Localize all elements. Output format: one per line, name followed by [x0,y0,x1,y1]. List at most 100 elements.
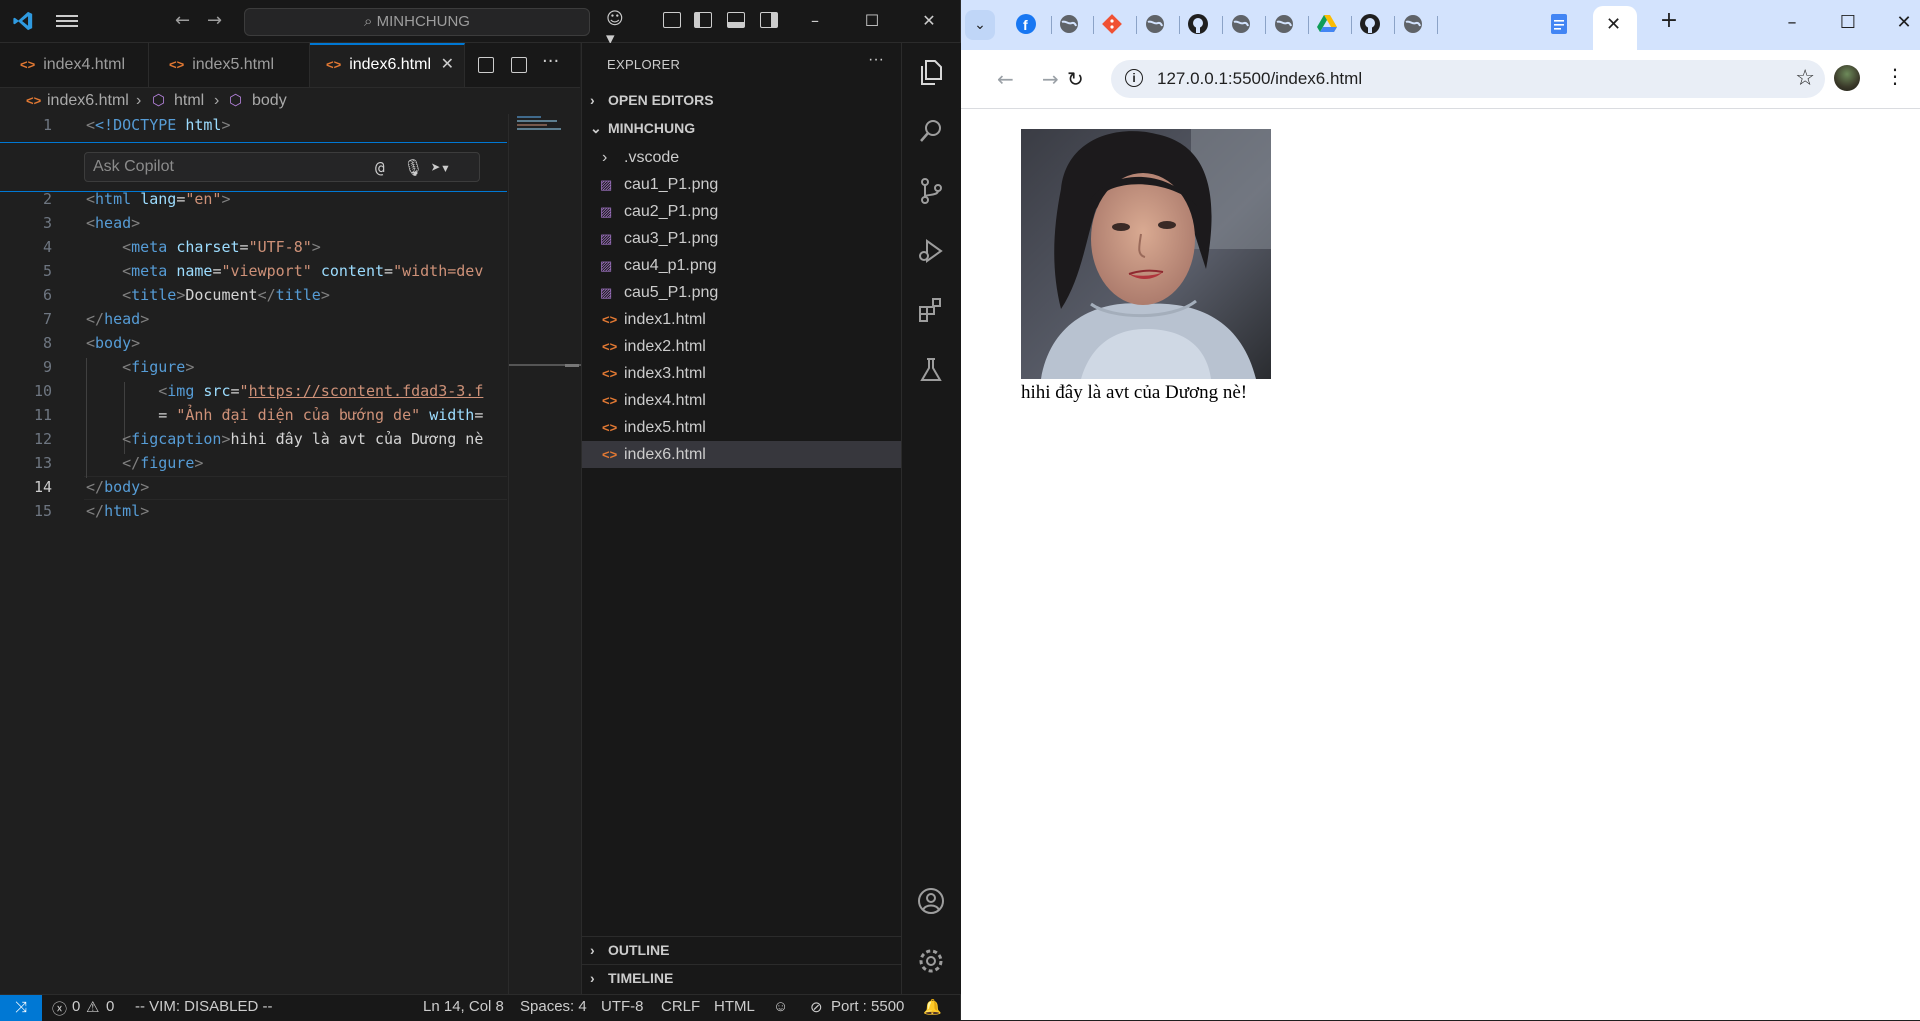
maximize-icon[interactable]: ☐ [1833,12,1863,33]
toggle-primary-sidebar-icon[interactable] [694,12,712,28]
maximize-icon[interactable]: ☐ [860,9,884,33]
close-tab-icon[interactable]: ✕ [441,45,454,85]
breadcrumb-node-html[interactable]: html [174,88,204,114]
minimize-icon[interactable]: – [1777,12,1807,33]
globe-icon[interactable] [1402,13,1424,35]
back-arrow-icon[interactable]: ← [175,10,190,31]
minimap[interactable] [508,114,581,994]
live-server-icon[interactable]: ⊘ [810,998,823,1016]
mention-icon[interactable]: @ [375,158,385,177]
explorer-files-icon[interactable] [916,57,946,87]
outline-section[interactable]: › OUTLINE [590,937,669,963]
html-file-icon: <> [602,420,618,435]
explorer-item-file[interactable]: <> index4.html [582,387,902,414]
folder-section[interactable]: ⌄ MINHCHUNG [590,115,695,141]
tab-index5[interactable]: <> index5.html [149,43,310,87]
forward-arrow-icon[interactable]: → [207,10,222,31]
account-icon[interactable] [916,886,946,916]
error-icon[interactable]: ⓧ [52,998,67,1019]
explorer-item-file[interactable]: ▨ cau5_P1.png [582,279,902,306]
explorer-item-file-selected[interactable]: <> index6.html [582,441,902,468]
site-info-icon[interactable]: i [1125,69,1143,87]
bookmark-star-icon[interactable]: ☆ [1795,66,1815,91]
end-of-line[interactable]: CRLF [661,998,700,1015]
search-icon[interactable] [916,116,946,146]
cursor-position[interactable]: Ln 14, Col 8 [423,998,504,1015]
close-window-icon[interactable]: ✕ [1889,12,1919,33]
toggle-secondary-sidebar-icon[interactable] [760,12,778,28]
code-line: <figcaption>hihi đây là avt của Dương nè [122,430,484,448]
explorer-item-file[interactable]: ▨ cau4_p1.png [582,252,902,279]
microphone-icon[interactable]: 🎙 [403,158,423,177]
explorer-item-file[interactable]: <> index3.html [582,360,902,387]
explorer-item-file[interactable]: <> index2.html [582,333,902,360]
breadcrumb-node-body[interactable]: body [252,88,287,114]
warning-icon[interactable]: ⚠ [86,998,99,1016]
close-window-icon[interactable]: ✕ [917,9,941,33]
google-docs-icon[interactable] [1548,13,1570,35]
language-mode[interactable]: HTML [714,998,755,1015]
copilot-icon[interactable]: ☺▾ [606,9,626,49]
split-editor-icon[interactable] [511,57,527,73]
explorer-item-file[interactable]: <> index1.html [582,306,902,333]
github-icon[interactable] [1187,13,1209,35]
indentation[interactable]: Spaces: 4 [520,998,587,1015]
toggle-panel-icon[interactable] [727,12,745,28]
globe-icon[interactable] [1273,13,1295,35]
git-icon[interactable] [1101,13,1123,35]
command-center-search[interactable]: ⌕ MINHCHUNG [244,8,590,36]
breadcrumb-file[interactable]: index6.html [47,88,129,114]
encoding[interactable]: UTF-8 [601,998,644,1015]
explorer-item-file[interactable]: <> index5.html [582,414,902,441]
globe-icon[interactable] [1144,13,1166,35]
extensions-icon[interactable] [916,295,946,325]
vim-status[interactable]: -- VIM: DISABLED -- [135,998,273,1015]
customize-layout-icon[interactable] [663,12,681,28]
testing-flask-icon[interactable] [916,355,946,385]
tab-index4[interactable]: <> index4.html [0,43,149,87]
url-text[interactable]: 127.0.0.1:5500/index6.html [1157,69,1362,89]
line-number: 1 [42,116,52,134]
globe-icon[interactable] [1058,13,1080,35]
back-arrow-icon[interactable]: ← [997,67,1014,91]
explorer-item-vscode[interactable]: › .vscode [582,144,902,171]
active-tab[interactable]: ✕ [1593,6,1637,50]
notifications-bell-icon[interactable]: 🔔 [923,998,942,1016]
open-editors-section[interactable]: › OPEN EDITORS [590,87,714,113]
remote-indicator-icon[interactable]: ⤨ [0,995,42,1021]
explorer-item-file[interactable]: ▨ cau1_P1.png [582,171,902,198]
more-actions-icon[interactable]: ··· [542,51,559,72]
timeline-section[interactable]: › TIMELINE [590,965,673,991]
explorer-item-file[interactable]: ▨ cau3_P1.png [582,225,902,252]
more-actions-icon[interactable]: ··· [868,51,884,69]
chrome-menu-icon[interactable]: ⋮ [1885,64,1905,88]
close-tab-icon[interactable]: ✕ [1606,14,1621,35]
tab-index6[interactable]: <> index6.html ✕ [310,43,465,87]
copilot-input[interactable]: Ask Copilot @ 🎙 ➤▾ [84,152,480,182]
github-icon[interactable] [1359,13,1381,35]
code-editor[interactable]: 1 2 3 4 5 6 7 8 9 10 11 12 13 14 15 <<!D… [0,114,507,994]
globe-icon[interactable] [1230,13,1252,35]
settings-gear-icon[interactable] [916,946,946,976]
open-changes-icon[interactable] [478,57,494,73]
run-debug-icon[interactable] [916,236,946,266]
explorer-item-file[interactable]: ▨ cau2_P1.png [582,198,902,225]
profile-avatar[interactable] [1834,65,1860,91]
facebook-icon[interactable]: f [1015,13,1037,35]
live-server-port[interactable]: Port : 5500 [831,998,904,1015]
source-control-icon[interactable] [916,176,946,206]
google-drive-icon[interactable] [1316,13,1338,35]
new-tab-icon[interactable]: + [1654,8,1684,33]
forward-arrow-icon[interactable]: → [1042,67,1059,91]
hamburger-menu-icon[interactable] [56,12,78,30]
tab-search-chevron-icon[interactable]: ⌄ [965,10,995,40]
copilot-status-icon[interactable]: ☺ [773,998,788,1015]
reload-icon[interactable]: ↻ [1067,67,1084,91]
minimize-icon[interactable]: – [803,9,827,33]
element-icon: ⬡ [152,92,166,109]
file-label: cau3_P1.png [624,230,719,247]
warning-count[interactable]: 0 [106,998,114,1015]
address-bar[interactable]: i 127.0.0.1:5500/index6.html ☆ [1111,60,1825,98]
error-count[interactable]: 0 [72,998,80,1015]
send-icon[interactable]: ➤▾ [431,158,450,177]
